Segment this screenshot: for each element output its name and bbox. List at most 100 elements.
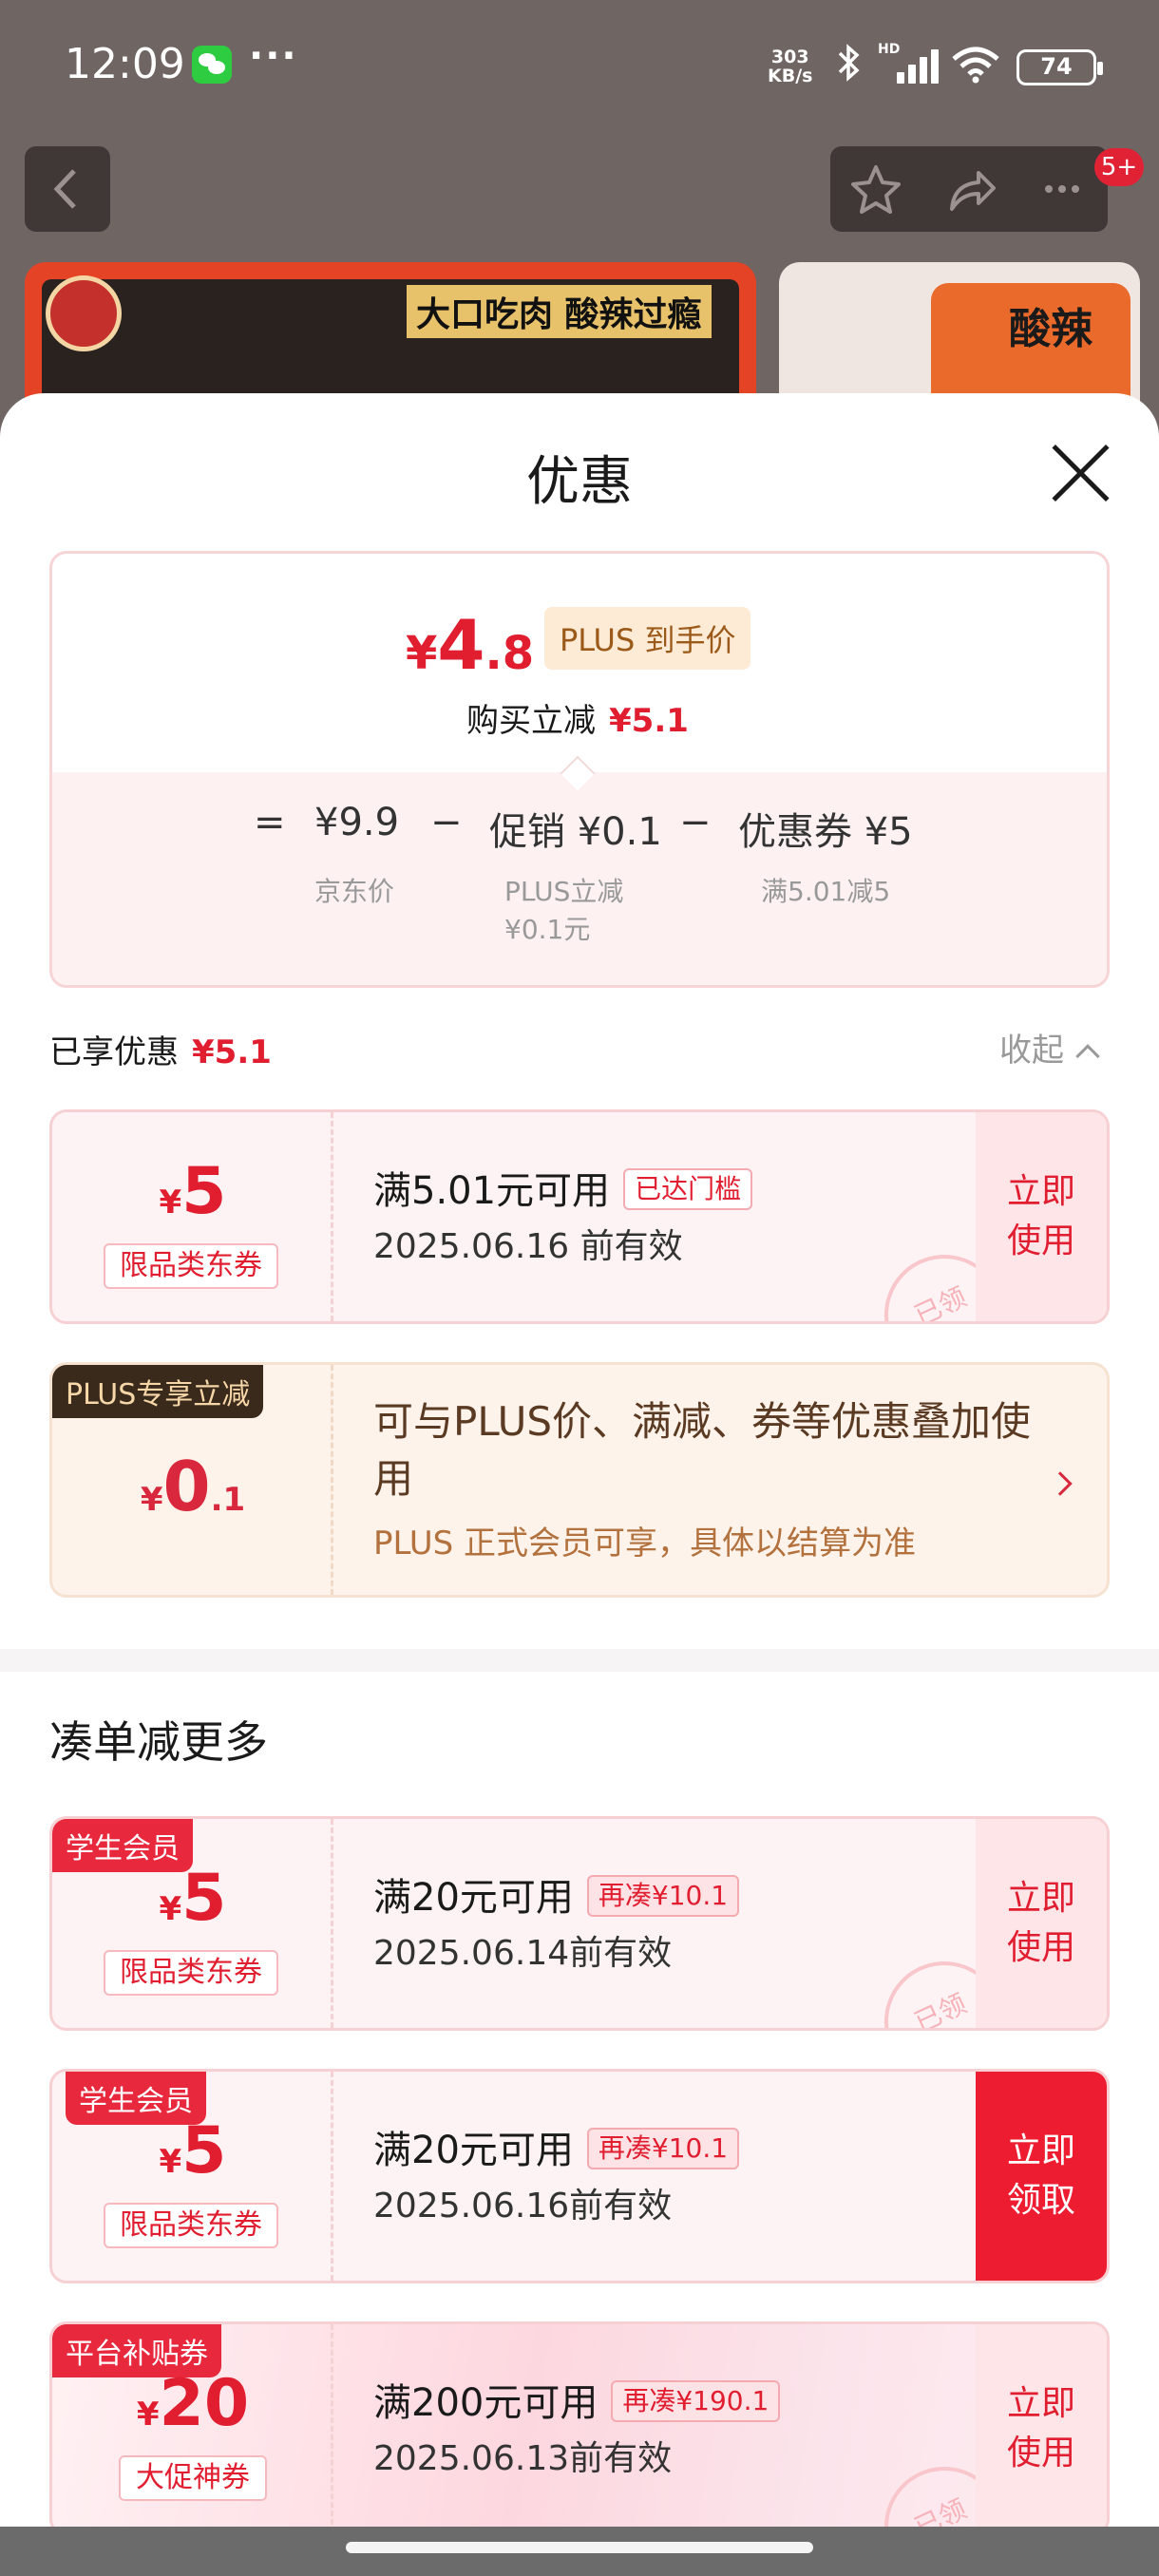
promo-label-line2: ¥0.1元 xyxy=(504,914,591,945)
nav-tools xyxy=(830,146,1108,232)
share-icon xyxy=(950,171,996,211)
coupon-type: 限品类东券 xyxy=(104,1950,278,1996)
section-divider xyxy=(0,1649,1159,1672)
net-speed: 303 KB/s xyxy=(768,47,812,85)
coupon-amount: ¥20 xyxy=(52,2366,333,2441)
button-line2: 领取 xyxy=(1006,2181,1075,2220)
status-time: 12:09 xyxy=(65,40,185,88)
final-price-int: 4 xyxy=(437,605,485,685)
plus-price-label: PLUS 到手价 xyxy=(544,607,751,670)
coupon-expiry: 2025.06.16 前有效 xyxy=(373,1227,683,1266)
coupon-type: 大促神券 xyxy=(119,2455,267,2501)
enjoyed-label: 已享优惠 xyxy=(49,1033,179,1071)
coupon-type: 限品类东券 xyxy=(104,1243,278,1289)
net-speed-value: 303 xyxy=(770,47,809,67)
more-button[interactable] xyxy=(1016,146,1108,232)
gesture-bar xyxy=(0,2527,1159,2576)
plus-tag: PLUS专享立减 xyxy=(52,1365,264,1418)
enjoyed-value: ¥5.1 xyxy=(192,1033,272,1071)
coupon-amount: ¥5 xyxy=(52,1861,333,1936)
coupon-label: 满5.01减5 xyxy=(761,876,891,907)
status-bar: 12:09 ··· 303 KB/s HD 74 xyxy=(0,0,1159,133)
summary-notch xyxy=(560,755,596,791)
coupon-yen: ¥ xyxy=(159,2143,182,2181)
coupon-condition-text: 满200元可用 xyxy=(373,2381,598,2425)
home-indicator[interactable] xyxy=(346,2542,813,2553)
gap-badge: 再凑¥10.1 xyxy=(586,1875,740,1917)
button-line1: 立即 xyxy=(1006,2384,1075,2423)
enjoyed-discount: 已享优惠 ¥5.1 xyxy=(49,1026,272,1072)
coupon-amount: ¥5 xyxy=(52,1154,333,1229)
coupon-amount-value: 5 xyxy=(181,2113,227,2188)
plus-note: PLUS 正式会员可享，具体以结算为准 xyxy=(373,1525,917,1563)
message-badge: 5+ xyxy=(1094,148,1144,186)
plus-dec: .1 xyxy=(210,1481,246,1519)
coupon-expiry: 2025.06.16前有效 xyxy=(373,2187,673,2226)
plus-value-area: PLUS专享立减 ¥0.1 xyxy=(52,1365,333,1595)
coupon-amount-value: 20 xyxy=(159,2366,250,2441)
coupon-value-area: 学生会员 ¥5 限品类东券 xyxy=(52,1819,333,2028)
coupon-condition: 满200元可用 再凑¥190.1 xyxy=(373,2372,781,2427)
chevron-up-icon xyxy=(1075,1044,1100,1069)
collapse-label: 收起 xyxy=(999,1032,1064,1070)
more-coupon: 学生会员 ¥5 限品类东券 满20元可用 再凑¥10.1 2025.06.16前有… xyxy=(49,2069,1110,2283)
button-line1: 立即 xyxy=(1006,1879,1075,1918)
coupon-condition-text: 满20元可用 xyxy=(373,1876,574,1920)
collapse-button[interactable]: 收起 xyxy=(999,1024,1100,1070)
coupon-value: 优惠券 ¥5 xyxy=(738,810,913,854)
signal-icon xyxy=(884,46,939,84)
button-line1: 立即 xyxy=(1006,2131,1075,2170)
coupon-condition: 满5.01元可用 已达门槛 xyxy=(373,1160,753,1215)
gap-badge: 再凑¥190.1 xyxy=(611,2380,781,2422)
coupon-condition-text: 满5.01元可用 xyxy=(373,1169,611,1213)
plus-int: 0 xyxy=(162,1447,211,1526)
threshold-badge: 已达门槛 xyxy=(623,1168,753,1210)
final-price: ¥4.8 xyxy=(406,605,534,685)
brand-logo xyxy=(46,275,122,351)
final-price-yen: ¥ xyxy=(406,627,438,680)
coupon-expiry: 2025.06.14前有效 xyxy=(373,1934,673,1973)
coupon-yen: ¥ xyxy=(136,2396,160,2434)
use-coupon-button[interactable]: 立即 使用 xyxy=(976,2324,1107,2533)
coupon-value-area: 平台补贴券 ¥20 大促神券 xyxy=(52,2324,333,2533)
coupon-condition: 满20元可用 再凑¥10.1 xyxy=(373,1866,740,1922)
net-speed-unit: KB/s xyxy=(768,66,813,86)
button-line2: 使用 xyxy=(1006,1222,1075,1260)
coupon-value-area: 学生会员 ¥5 限品类东券 xyxy=(52,2072,333,2281)
favorite-button[interactable] xyxy=(830,146,922,232)
back-button[interactable] xyxy=(25,146,110,232)
plus-title: 可与PLUS价、满减、券等优惠叠加使用 xyxy=(373,1398,1032,1502)
plus-discount-card[interactable]: PLUS专享立减 ¥0.1 可与PLUS价、满减、券等优惠叠加使用 PLUS 正… xyxy=(49,1362,1110,1598)
direct-discount: 购买立减 ¥5.1 xyxy=(466,694,689,741)
coupon-amount: ¥5 xyxy=(52,2113,333,2188)
minus-sign: − xyxy=(679,801,712,844)
plus-yen: ¥ xyxy=(140,1481,163,1519)
claim-coupon-button[interactable]: 立即 领取 xyxy=(976,2072,1107,2281)
jd-price-value: ¥9.9 xyxy=(314,801,400,844)
coupon-yen: ¥ xyxy=(159,1184,182,1222)
button-line2: 使用 xyxy=(1006,2434,1075,2472)
more-section-title: 凑单减更多 xyxy=(49,1716,268,1768)
wechat-icon xyxy=(192,46,232,84)
share-button[interactable] xyxy=(923,146,1015,232)
banner-slogan: 大口吃肉 酸辣过瘾 xyxy=(407,285,712,338)
use-coupon-button[interactable]: 立即 使用 xyxy=(976,1819,1107,2028)
jd-price-label: 京东价 xyxy=(314,876,395,907)
plus-amount: ¥0.1 xyxy=(52,1447,333,1526)
coupon-amount-value: 5 xyxy=(181,1861,227,1936)
gap-badge: 再凑¥10.1 xyxy=(586,2128,740,2169)
wifi-icon xyxy=(950,46,1001,84)
coupon-yen: ¥ xyxy=(159,1890,182,1928)
price-summary-card: ¥4.8 PLUS 到手价 购买立减 ¥5.1 = ¥9.9 − 促销 ¥0.1 … xyxy=(49,551,1110,988)
use-coupon-button[interactable]: 立即 使用 xyxy=(976,1112,1107,1321)
equals-sign: = xyxy=(254,801,286,844)
close-button[interactable] xyxy=(1049,441,1113,505)
status-more: ··· xyxy=(249,34,298,78)
promo-label-line1: PLUS立减 xyxy=(504,876,624,907)
coupon-amount-value: 5 xyxy=(181,1154,227,1229)
button-line2: 使用 xyxy=(1006,1928,1075,1967)
product-top-nav xyxy=(0,142,1159,237)
applied-coupon: ¥5 限品类东券 满5.01元可用 已达门槛 2025.06.16 前有效 已领 … xyxy=(49,1109,1110,1324)
star-icon xyxy=(851,165,901,214)
thumbnail-label: 酸辣 xyxy=(1009,305,1092,353)
